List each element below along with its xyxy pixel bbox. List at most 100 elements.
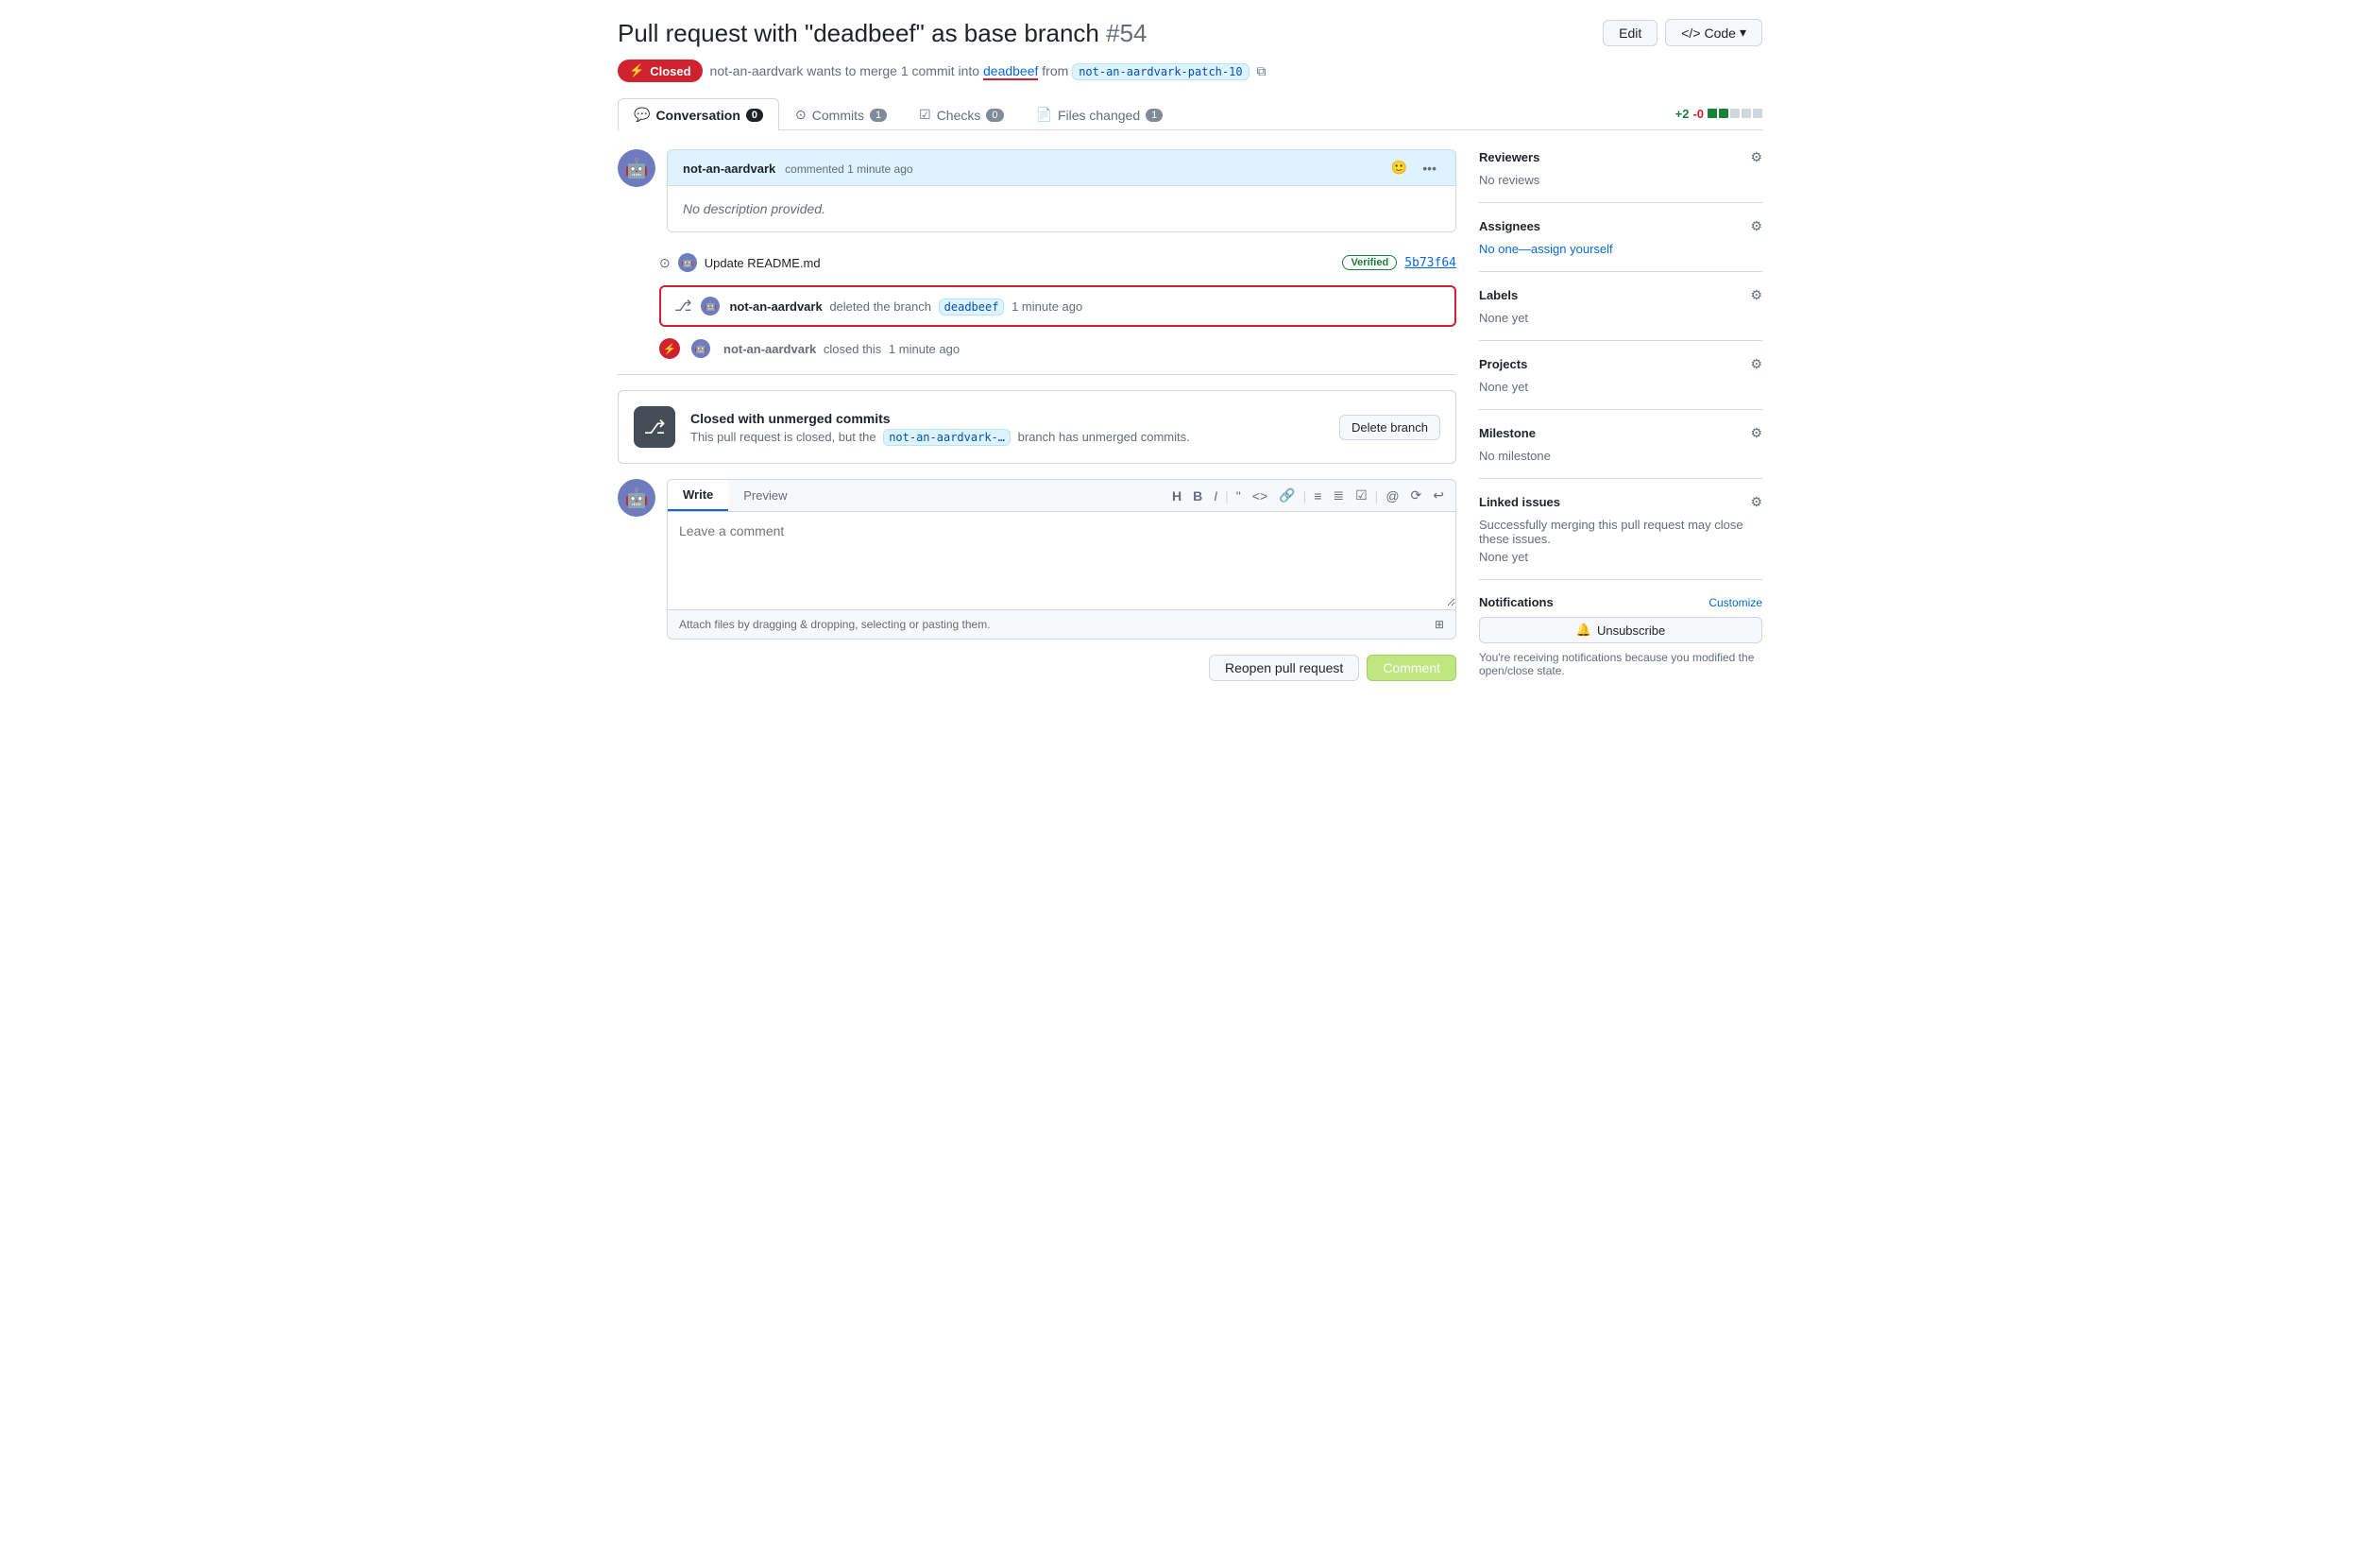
commenter-avatar: 🤖 [618, 149, 655, 187]
mention-button[interactable]: @ [1382, 486, 1402, 505]
closed-event-action: closed this [824, 342, 881, 356]
tab-conversation[interactable]: 💬 Conversation 0 [618, 98, 779, 130]
milestone-title: Milestone [1479, 426, 1536, 440]
editor-tab-preview[interactable]: Preview [728, 480, 802, 511]
files-icon: 📄 [1036, 107, 1052, 123]
delete-branch-event: ⎇ 🤖 not-an-aardvark deleted the branch d… [659, 285, 1456, 327]
editor-avatar: 🤖 [618, 479, 655, 517]
commit-avatar: 🤖 [678, 253, 697, 272]
undo-button[interactable]: ↩ [1429, 486, 1448, 505]
base-branch-link[interactable]: deadbeef [983, 63, 1038, 80]
checks-icon: ☑ [919, 107, 931, 123]
labels-gear-icon[interactable]: ⚙ [1750, 287, 1762, 303]
delete-event-text: not-an-aardvark deleted the branch deadb… [729, 299, 1082, 314]
pr-title-text: Pull request with "deadbeef" as base bra… [618, 19, 1099, 47]
notifications-customize[interactable]: Customize [1708, 596, 1762, 609]
delete-event-author: not-an-aardvark [729, 299, 822, 314]
linked-issues-gear-icon[interactable]: ⚙ [1750, 494, 1762, 510]
projects-header: Projects ⚙ [1479, 356, 1762, 372]
warning-branch-code: not-an-aardvark-… [883, 429, 1011, 446]
list-ul-button[interactable]: ≡ [1310, 486, 1325, 505]
editor-toolbar: H B I | " <> 🔗 | ≡ ≣ ☑ [1161, 480, 1455, 511]
status-badge-text: Closed [650, 64, 690, 78]
tab-files-changed[interactable]: 📄 Files changed 1 [1020, 98, 1180, 130]
closed-event-icon: ⚡ [659, 338, 680, 359]
ref-button[interactable]: ⟳ [1407, 486, 1426, 505]
pr-header: Pull request with "deadbeef" as base bra… [618, 19, 1762, 48]
quote-button[interactable]: " [1232, 486, 1245, 505]
closed-event: ⚡ 🤖 not-an-aardvark closed this 1 minute… [659, 338, 1456, 359]
checklist-button[interactable]: ☑ [1352, 486, 1371, 505]
diff-block-4 [1742, 109, 1751, 118]
closed-event-text: not-an-aardvark closed this 1 minute ago [723, 342, 960, 356]
main-content: 🤖 not-an-aardvark commented 1 minute ago… [618, 149, 1456, 692]
commit-message[interactable]: Update README.md [705, 256, 1335, 270]
code-button-2[interactable]: <> [1249, 486, 1271, 505]
delete-branch-button[interactable]: Delete branch [1339, 415, 1440, 440]
warning-desc-text: This pull request is closed, but the [690, 430, 876, 444]
editor-tab-write[interactable]: Write [668, 480, 728, 511]
sidebar: Reviewers ⚙ No reviews Assignees ⚙ No on… [1479, 149, 1762, 692]
sidebar-milestone: Milestone ⚙ No milestone [1479, 410, 1762, 479]
tab-files-label: Files changed [1058, 108, 1140, 123]
diff-block-2 [1719, 109, 1728, 118]
list-ol-button[interactable]: ≣ [1329, 486, 1348, 505]
delete-event-action: deleted the branch [829, 299, 931, 314]
labels-title: Labels [1479, 288, 1518, 302]
commit-hash-link[interactable]: 5b73f64 [1404, 256, 1456, 270]
diff-additions: +2 [1675, 107, 1690, 121]
warning-box: ⎇ Closed with unmerged commits This pull… [618, 390, 1456, 464]
editor-container: 🤖 Write Preview H B I | [618, 479, 1456, 681]
link-button[interactable]: 🔗 [1275, 486, 1299, 505]
comment-editor: Write Preview H B I | " <> 🔗 [667, 479, 1456, 640]
branch-delete-icon: ⎇ [674, 297, 691, 316]
assignees-header: Assignees ⚙ [1479, 218, 1762, 234]
linked-issues-title: Linked issues [1479, 495, 1560, 509]
toolbar-divider-2: | [1303, 488, 1307, 503]
notifications-header: Notifications Customize [1479, 595, 1762, 609]
tab-checks[interactable]: ☑ Checks 0 [903, 98, 1019, 130]
sidebar-labels: Labels ⚙ None yet [1479, 272, 1762, 341]
comment-time: commented 1 minute ago [785, 162, 912, 176]
more-options-button[interactable]: ••• [1419, 159, 1440, 178]
code-button[interactable]: </> Code ▾ [1665, 19, 1762, 46]
submit-row: Reopen pull request Comment [716, 655, 1456, 681]
page-title: Pull request with "deadbeef" as base bra… [618, 19, 1603, 48]
assignees-value[interactable]: No one—assign yourself [1479, 242, 1762, 256]
commit-row: ⊙ 🤖 Update README.md Verified 5b73f64 [659, 247, 1456, 278]
assignees-gear-icon[interactable]: ⚙ [1750, 218, 1762, 234]
tab-commits[interactable]: ⊙ Commits 1 [779, 98, 903, 130]
reviewers-gear-icon[interactable]: ⚙ [1750, 149, 1762, 165]
projects-gear-icon[interactable]: ⚙ [1750, 356, 1762, 372]
bold-button[interactable]: B [1189, 486, 1206, 505]
editor-footer-text: Attach files by dragging & dropping, sel… [679, 618, 991, 631]
linked-issues-header: Linked issues ⚙ [1479, 494, 1762, 510]
sidebar-reviewers: Reviewers ⚙ No reviews [1479, 149, 1762, 203]
milestone-value: No milestone [1479, 449, 1762, 463]
status-badge: ⚡ Closed [618, 60, 703, 82]
unsubscribe-button[interactable]: 🔔 Unsubscribe [1479, 617, 1762, 643]
heading-button[interactable]: H [1168, 486, 1185, 505]
edit-button[interactable]: Edit [1603, 20, 1658, 46]
emoji-button[interactable]: 🙂 [1387, 158, 1411, 178]
sidebar-notifications: Notifications Customize 🔔 Unsubscribe Yo… [1479, 580, 1762, 692]
diff-bar [1708, 109, 1762, 118]
status-description: not-an-aardvark wants to merge 1 commit … [710, 63, 1266, 79]
tabs-bar: 💬 Conversation 0 ⊙ Commits 1 ☑ Checks 0 … [618, 97, 1762, 130]
commit-dot-icon: ⊙ [659, 255, 671, 271]
italic-button[interactable]: I [1210, 486, 1221, 505]
closed-event-time: 1 minute ago [889, 342, 960, 356]
tab-commits-label: Commits [812, 108, 864, 123]
comment-submit-button[interactable]: Comment [1367, 655, 1456, 681]
milestone-gear-icon[interactable]: ⚙ [1750, 425, 1762, 441]
copy-icon[interactable]: ⧉ [1256, 63, 1266, 78]
editor-tabs: Write Preview H B I | " <> 🔗 [668, 480, 1455, 512]
reviewers-header: Reviewers ⚙ [1479, 149, 1762, 165]
status-desc-text: not-an-aardvark wants to merge 1 commit … [710, 63, 980, 78]
comment-actions: 🙂 ••• [1387, 158, 1440, 178]
comment-box: not-an-aardvark commented 1 minute ago 🙂… [667, 149, 1456, 232]
commit-verified-badge: Verified [1342, 255, 1397, 270]
notifications-title: Notifications [1479, 595, 1554, 609]
comment-textarea[interactable] [668, 512, 1455, 606]
reopen-button[interactable]: Reopen pull request [1209, 655, 1359, 681]
